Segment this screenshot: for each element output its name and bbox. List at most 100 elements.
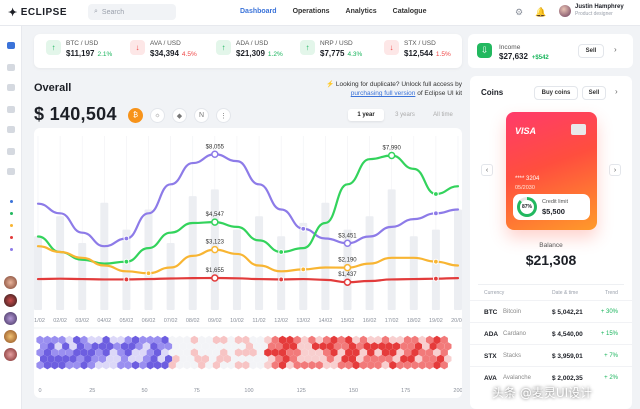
- x-tick-label: 04/02: [97, 318, 111, 324]
- nav-catalogue[interactable]: Catalogue: [393, 8, 427, 15]
- dashboard-icon[interactable]: [7, 42, 15, 49]
- coin-amount: $ 3,959,01: [552, 353, 583, 360]
- sell-button[interactable]: Sell: [582, 86, 606, 100]
- data-label: $1,437: [338, 272, 357, 278]
- chevron-left-icon[interactable]: ‹: [481, 164, 493, 176]
- more-icon[interactable]: ⋮: [216, 108, 231, 123]
- promo-suffix: of Eclipse UI kit: [417, 90, 462, 97]
- brand-name: ECLIPSE: [20, 7, 68, 18]
- volume-bar: [277, 236, 286, 310]
- x-tick-label: 15/02: [341, 318, 355, 324]
- data-point: [123, 258, 130, 265]
- overall-chart[interactable]: $8,055 $4,547 $3,123 $1,655 $7,990 $3,451 $2,1…: [34, 128, 462, 398]
- nav-analytics[interactable]: Analytics: [346, 8, 377, 15]
- coins-title: Coins: [481, 88, 504, 97]
- data-point: [432, 210, 439, 217]
- avatar[interactable]: [4, 330, 17, 343]
- avatar[interactable]: [4, 348, 17, 361]
- mail-icon[interactable]: [7, 148, 15, 155]
- range-1-year[interactable]: 1 year: [348, 109, 384, 121]
- data-point: [123, 235, 130, 242]
- ticker-nrp[interactable]: ↑ NRP / USD $7,775 4.3%: [300, 40, 362, 61]
- ticker-strip: ↑ BTC / USD $11,197 2.1% ↓ AVA / USD $34,…: [34, 34, 462, 68]
- arrow-down-icon: ↓: [130, 40, 145, 55]
- ticker-ava[interactable]: ↓ AVA / USD $34,394 4.5%: [130, 40, 197, 61]
- x-tick-label: 16/02: [363, 318, 377, 324]
- promo-banner: ⚡ Looking for duplicate? Unlock full acc…: [326, 80, 462, 98]
- chart-icon[interactable]: [7, 64, 15, 71]
- chevron-right-icon[interactable]: ›: [615, 87, 618, 96]
- credit-limit: 87% Credit limit $5,500: [513, 194, 590, 220]
- table-row[interactable]: STX Stacks $ 3,959,01 + 7%: [470, 344, 632, 366]
- user-icon[interactable]: [7, 168, 15, 175]
- volume-bar: [78, 243, 87, 310]
- promo-link[interactable]: purchasing full version: [351, 90, 416, 97]
- divider: [478, 284, 624, 285]
- search-input[interactable]: ⌕ Search: [88, 4, 176, 20]
- tag-dot-icon[interactable]: [10, 200, 13, 203]
- col-header-trend: Trend: [605, 290, 618, 296]
- data-label: $3,451: [338, 233, 357, 239]
- x-tick-label: 18/02: [407, 318, 421, 324]
- data-point: [278, 249, 285, 255]
- limit-ring: 87%: [517, 197, 537, 217]
- x-tick-label: 07/02: [164, 318, 178, 324]
- nav-dashboard[interactable]: Dashboard: [240, 8, 277, 15]
- avatar[interactable]: [4, 294, 17, 307]
- data-point: [211, 245, 219, 254]
- avatar[interactable]: [4, 276, 17, 289]
- neo-coin-icon[interactable]: N: [194, 108, 209, 123]
- income-change: +$542: [531, 55, 549, 61]
- top-actions: ⚙ 🔔: [515, 7, 546, 18]
- brand-logo[interactable]: ✦ ECLIPSE: [8, 6, 67, 19]
- sun-coin-icon[interactable]: ☼: [150, 108, 165, 123]
- heat-x-label: 150: [349, 388, 358, 394]
- coin-name: Avalanche: [503, 375, 531, 381]
- bitcoin-icon[interactable]: ₿: [128, 108, 143, 123]
- tag-dot-icon[interactable]: [10, 248, 13, 251]
- wallet-icon[interactable]: [7, 84, 15, 91]
- avatar[interactable]: [4, 312, 17, 325]
- volume-bar: [232, 229, 241, 310]
- sell-button[interactable]: Sell: [578, 44, 604, 58]
- ticker-stx[interactable]: ↓ STX / USD $12,544 1.5%: [384, 40, 451, 61]
- settings-icon[interactable]: ⚙: [515, 7, 523, 18]
- table-row[interactable]: ADA Cardano $ 4,540,00 + 15%: [470, 322, 632, 344]
- data-point: [300, 225, 307, 232]
- coin-name: Cardano: [503, 331, 527, 337]
- balance-value: $21,308: [525, 252, 577, 268]
- eclipse-logo-icon: ✦: [8, 7, 18, 19]
- ticker-btc[interactable]: ↑ BTC / USD $11,197 2.1%: [46, 40, 112, 61]
- nav-operations[interactable]: Operations: [293, 8, 330, 15]
- buy-coins-button[interactable]: Buy coins: [534, 86, 578, 100]
- coin-symbol: STX: [484, 353, 497, 360]
- coin-trend: + 30%: [600, 309, 618, 315]
- credit-card[interactable]: VISA **** 3204 05/2030 87% Credit limit …: [506, 112, 597, 230]
- heat-x-label: 100: [244, 388, 253, 394]
- data-point: [211, 150, 219, 159]
- coin-name: Bitcoin: [503, 309, 522, 315]
- lock-icon[interactable]: [7, 106, 15, 113]
- range-3-years[interactable]: 3 years: [388, 109, 422, 121]
- ethereum-icon[interactable]: ◆: [172, 108, 187, 123]
- chevron-right-icon[interactable]: ›: [609, 164, 621, 176]
- user-menu[interactable]: Justin Hamphrey Product designer: [559, 4, 624, 17]
- tag-dot-icon[interactable]: [10, 212, 13, 215]
- bell-icon[interactable]: 🔔: [535, 7, 546, 18]
- table-row[interactable]: BTC Bitcoin $ 5,042,21 + 30%: [470, 300, 632, 322]
- x-tick-label: 06/02: [142, 318, 156, 324]
- tag-dot-icon[interactable]: [10, 224, 13, 227]
- ticker-ada[interactable]: ↑ ADA / USD $21,309 1.2%: [216, 40, 283, 61]
- tag-dot-icon[interactable]: [10, 236, 13, 239]
- data-point: [432, 258, 439, 265]
- image-icon[interactable]: [7, 126, 15, 133]
- chevron-right-icon[interactable]: ›: [614, 45, 617, 54]
- data-label: $1,655: [206, 268, 225, 274]
- range-all-time[interactable]: All time: [426, 109, 460, 121]
- ticker-change: 2.1%: [97, 51, 113, 58]
- overall-value: $ 140,504: [34, 104, 117, 124]
- volume-bar: [387, 189, 396, 310]
- ticker-change: 4.3%: [347, 51, 363, 58]
- income-label: Income: [499, 44, 521, 51]
- x-tick-label: 10/02: [230, 318, 244, 324]
